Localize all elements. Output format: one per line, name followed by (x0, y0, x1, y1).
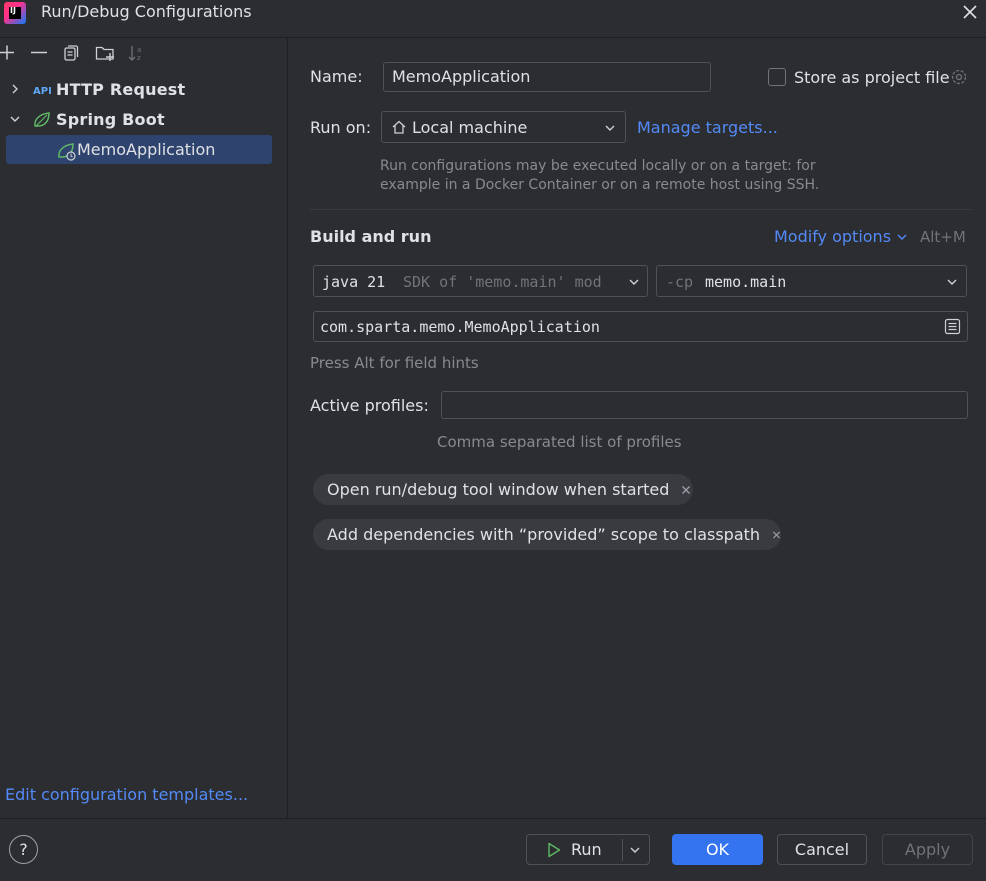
minus-icon (31, 51, 47, 54)
apply-button-label: Apply (904, 840, 951, 859)
logo-text: IJ (10, 6, 16, 15)
jdk-version: java 21 (322, 273, 386, 291)
add-configuration-button[interactable] (0, 44, 18, 62)
new-folder-button[interactable] (95, 44, 117, 62)
store-settings-button[interactable] (950, 68, 968, 86)
run-button-label: Run (571, 840, 602, 859)
chevron-down-icon[interactable] (629, 844, 641, 856)
ok-button-label: OK (705, 840, 730, 859)
chevron-down-icon (10, 116, 20, 122)
remove-chip-icon[interactable] (681, 485, 691, 495)
list-icon (944, 318, 961, 335)
store-as-project-file-checkbox[interactable] (768, 68, 786, 86)
main-class-field[interactable]: com.sparta.memo.MemoApplication (313, 311, 968, 342)
copy-icon (64, 45, 79, 61)
field-hints-text: Press Alt for field hints (310, 354, 479, 372)
api-icon: API (33, 81, 53, 99)
folder-add-icon (95, 46, 114, 61)
spring-boot-run-icon (57, 141, 79, 161)
classpath-flag: -cp (666, 273, 694, 291)
close-icon (963, 5, 977, 19)
modify-options-label: Modify options (774, 227, 892, 246)
jdk-select[interactable]: java 21 SDK of 'memo.main' mod (313, 265, 648, 297)
tree-item-http-request[interactable]: API HTTP Request (0, 75, 287, 104)
jdk-detail: SDK of 'memo.main' mod (403, 273, 602, 291)
dialog-button-bar: ? Run OK Cancel Apply (0, 818, 986, 881)
play-icon (548, 842, 561, 857)
copy-configuration-button[interactable] (62, 44, 80, 62)
run-on-label: Run on: (310, 118, 372, 137)
tree-item-spring-boot[interactable]: Spring Boot (0, 105, 287, 134)
gear-icon (951, 69, 967, 85)
option-chip-open-tool-window[interactable]: Open run/debug tool window when started (313, 474, 693, 505)
chevron-down-icon (897, 234, 907, 240)
tree-item-memo-application[interactable]: MemoApplication (6, 135, 272, 164)
split-divider (622, 839, 623, 861)
svg-text:a: a (137, 46, 141, 54)
dialog-title: Run/Debug Configurations (41, 2, 252, 21)
run-on-select[interactable]: Local machine (381, 111, 626, 143)
close-button[interactable] (960, 4, 980, 22)
configurations-tree-panel: az API HTTP Request Spring Boot MemoAppl… (0, 38, 288, 818)
name-label: Name: (310, 67, 363, 86)
classpath-module-select[interactable]: -cp memo.main (656, 265, 967, 297)
home-icon (392, 120, 406, 134)
intellij-logo-icon: IJ (4, 2, 26, 24)
apply-button[interactable]: Apply (882, 834, 973, 865)
name-field-value: MemoApplication (392, 67, 531, 86)
run-on-hint-line-1: Run configurations may be executed local… (380, 158, 816, 174)
browse-main-class-button[interactable] (944, 318, 961, 335)
edit-configuration-templates-link[interactable]: Edit configuration templates... (5, 785, 248, 804)
title-bar: IJ Run/Debug Configurations (0, 0, 986, 38)
cancel-button-label: Cancel (794, 840, 850, 859)
help-icon: ? (19, 840, 28, 859)
manage-targets-link[interactable]: Manage targets... (637, 118, 778, 137)
chip-label: Open run/debug tool window when started (327, 480, 670, 499)
cancel-button[interactable]: Cancel (777, 834, 867, 865)
tree-item-label: MemoApplication (77, 140, 216, 159)
run-button[interactable]: Run (526, 834, 650, 865)
classpath-value: memo.main (705, 273, 787, 291)
chevron-right-icon (12, 84, 18, 94)
chip-label: Add dependencies with “provided” scope t… (327, 525, 761, 544)
chevron-down-icon (629, 279, 639, 285)
tree-item-label: HTTP Request (56, 80, 186, 99)
remove-configuration-button[interactable] (30, 44, 48, 62)
modify-options-button[interactable]: Modify options (774, 227, 908, 246)
spring-boot-icon (32, 111, 52, 129)
sort-button[interactable]: az (128, 44, 146, 62)
sort-alpha-icon: az (128, 46, 141, 62)
help-button[interactable]: ? (9, 835, 38, 864)
name-field[interactable]: MemoApplication (383, 62, 711, 92)
svg-text:API: API (33, 86, 52, 97)
chevron-down-icon (947, 279, 957, 285)
main-class-value: com.sparta.memo.MemoApplication (320, 318, 600, 336)
run-on-value: Local machine (412, 118, 528, 137)
active-profiles-field[interactable] (441, 391, 968, 419)
ok-button[interactable]: OK (672, 834, 763, 865)
tree-item-label: Spring Boot (56, 110, 165, 129)
chevron-down-icon (605, 125, 615, 131)
store-as-project-file-label: Store as project file (794, 68, 950, 87)
active-profiles-hint: Comma separated list of profiles (437, 433, 682, 451)
remove-chip-icon[interactable] (772, 530, 781, 540)
svg-text:z: z (137, 54, 141, 62)
build-and-run-title: Build and run (310, 227, 432, 246)
active-profiles-label: Active profiles: (310, 396, 429, 415)
option-chip-provided-scope[interactable]: Add dependencies with “provided” scope t… (313, 519, 781, 550)
modify-options-shortcut: Alt+M (920, 228, 966, 246)
section-divider (310, 209, 972, 210)
run-on-hint-line-2: example in a Docker Container or on a re… (380, 177, 820, 193)
plus-icon (0, 45, 14, 60)
